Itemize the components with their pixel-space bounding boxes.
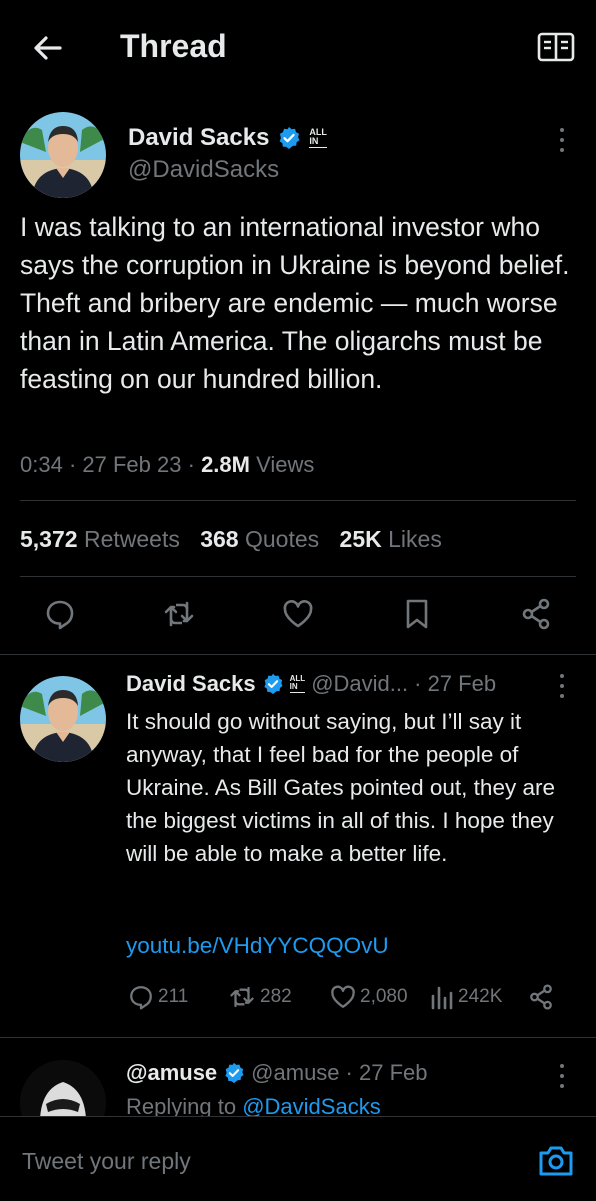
author-name[interactable]: David Sacks bbox=[128, 124, 269, 152]
tweet-link[interactable]: youtu.be/VHdYYCQQOvU bbox=[126, 933, 389, 959]
author-name[interactable]: David Sacks bbox=[126, 671, 256, 697]
likes-stat[interactable]: 25K Likes bbox=[340, 526, 442, 552]
views-button[interactable]: 242K bbox=[430, 984, 502, 1010]
author-name[interactable]: @amuse bbox=[126, 1060, 217, 1086]
separator: · bbox=[187, 452, 195, 477]
retweets-stat[interactable]: 5,372 Retweets bbox=[20, 526, 180, 552]
divider bbox=[20, 576, 576, 577]
likes-count: 25K bbox=[339, 526, 382, 552]
affiliate-badge[interactable]: ALL IN bbox=[289, 675, 306, 693]
divider bbox=[0, 654, 596, 655]
camera-icon[interactable] bbox=[536, 1143, 576, 1179]
more-options-icon[interactable] bbox=[558, 128, 566, 154]
author-row: David Sacks ALL IN bbox=[128, 124, 327, 152]
reader-mode-icon[interactable] bbox=[536, 30, 576, 64]
tweet-date: · 27 Feb bbox=[414, 671, 497, 696]
back-arrow-icon[interactable] bbox=[30, 30, 66, 66]
verified-badge-icon bbox=[277, 126, 301, 150]
divider bbox=[20, 500, 576, 501]
retweet-button[interactable]: 282 bbox=[228, 984, 292, 1010]
retweets-label: Retweets bbox=[83, 526, 180, 552]
affiliate-badge-line2: IN bbox=[289, 682, 298, 691]
views-count[interactable]: 2.8M bbox=[201, 452, 250, 477]
more-options-icon[interactable] bbox=[558, 1064, 566, 1090]
views-count: 242K bbox=[458, 986, 503, 1007]
tweet-date: · 27 Feb bbox=[345, 1060, 428, 1085]
author-handle[interactable]: @DavidSacks bbox=[128, 156, 279, 184]
divider bbox=[0, 1037, 596, 1038]
author-handle[interactable]: @David... bbox=[311, 671, 408, 697]
tweet-text: It should go without saying, but I’ll sa… bbox=[126, 709, 555, 866]
quotes-count: 368 bbox=[200, 526, 239, 552]
retweet-icon[interactable] bbox=[163, 598, 195, 630]
verified-badge-icon bbox=[223, 1062, 245, 1084]
quotes-stat[interactable]: 368 Quotes bbox=[200, 526, 319, 552]
verified-badge-icon bbox=[262, 673, 284, 695]
quotes-label: Quotes bbox=[244, 526, 320, 552]
reply-count: 211 bbox=[158, 986, 189, 1007]
reply-composer bbox=[0, 1116, 596, 1201]
affiliate-badge-line2: IN bbox=[309, 136, 319, 146]
action-bar bbox=[0, 598, 596, 634]
reply-input[interactable] bbox=[20, 1141, 504, 1181]
like-button[interactable]: 2,080 bbox=[330, 984, 408, 1010]
engagement-stats: 5,372 Retweets 368 Quotes 25K Likes bbox=[20, 526, 456, 553]
retweets-count: 5,372 bbox=[20, 526, 78, 552]
views-label: Views bbox=[256, 452, 315, 477]
bookmark-icon[interactable] bbox=[401, 598, 433, 630]
more-options-icon[interactable] bbox=[558, 674, 566, 700]
third-author-row: @amuse @amuse · 27 Feb bbox=[126, 1060, 427, 1086]
tweet-date: 27 Feb 23 bbox=[82, 452, 182, 477]
separator: · bbox=[68, 452, 77, 477]
reply-button[interactable]: 211 bbox=[128, 984, 188, 1010]
avatar[interactable] bbox=[20, 112, 106, 198]
like-count: 2,080 bbox=[360, 986, 408, 1007]
reply-author-row: David Sacks ALL IN @David... · 27 Feb bbox=[126, 671, 496, 697]
tweet-meta: 0:34 · 27 Feb 23 · 2.8M Views bbox=[20, 452, 314, 478]
top-bar: Thread bbox=[0, 0, 596, 96]
tweet-text: I was talking to an international invest… bbox=[20, 212, 570, 394]
retweet-count: 282 bbox=[260, 986, 292, 1007]
affiliate-badge[interactable]: ALL IN bbox=[309, 128, 327, 148]
share-icon[interactable] bbox=[528, 984, 554, 1010]
share-icon[interactable] bbox=[520, 598, 552, 630]
page-title: Thread bbox=[120, 28, 227, 64]
reply-action-bar: 211 282 2,080 242K bbox=[126, 984, 566, 1014]
tweet-time: 0:34 bbox=[20, 452, 63, 477]
likes-label: Likes bbox=[388, 526, 442, 552]
avatar[interactable] bbox=[20, 676, 106, 762]
author-handle[interactable]: @amuse bbox=[251, 1060, 339, 1086]
like-heart-icon[interactable] bbox=[282, 598, 314, 630]
reply-icon[interactable] bbox=[44, 598, 76, 630]
